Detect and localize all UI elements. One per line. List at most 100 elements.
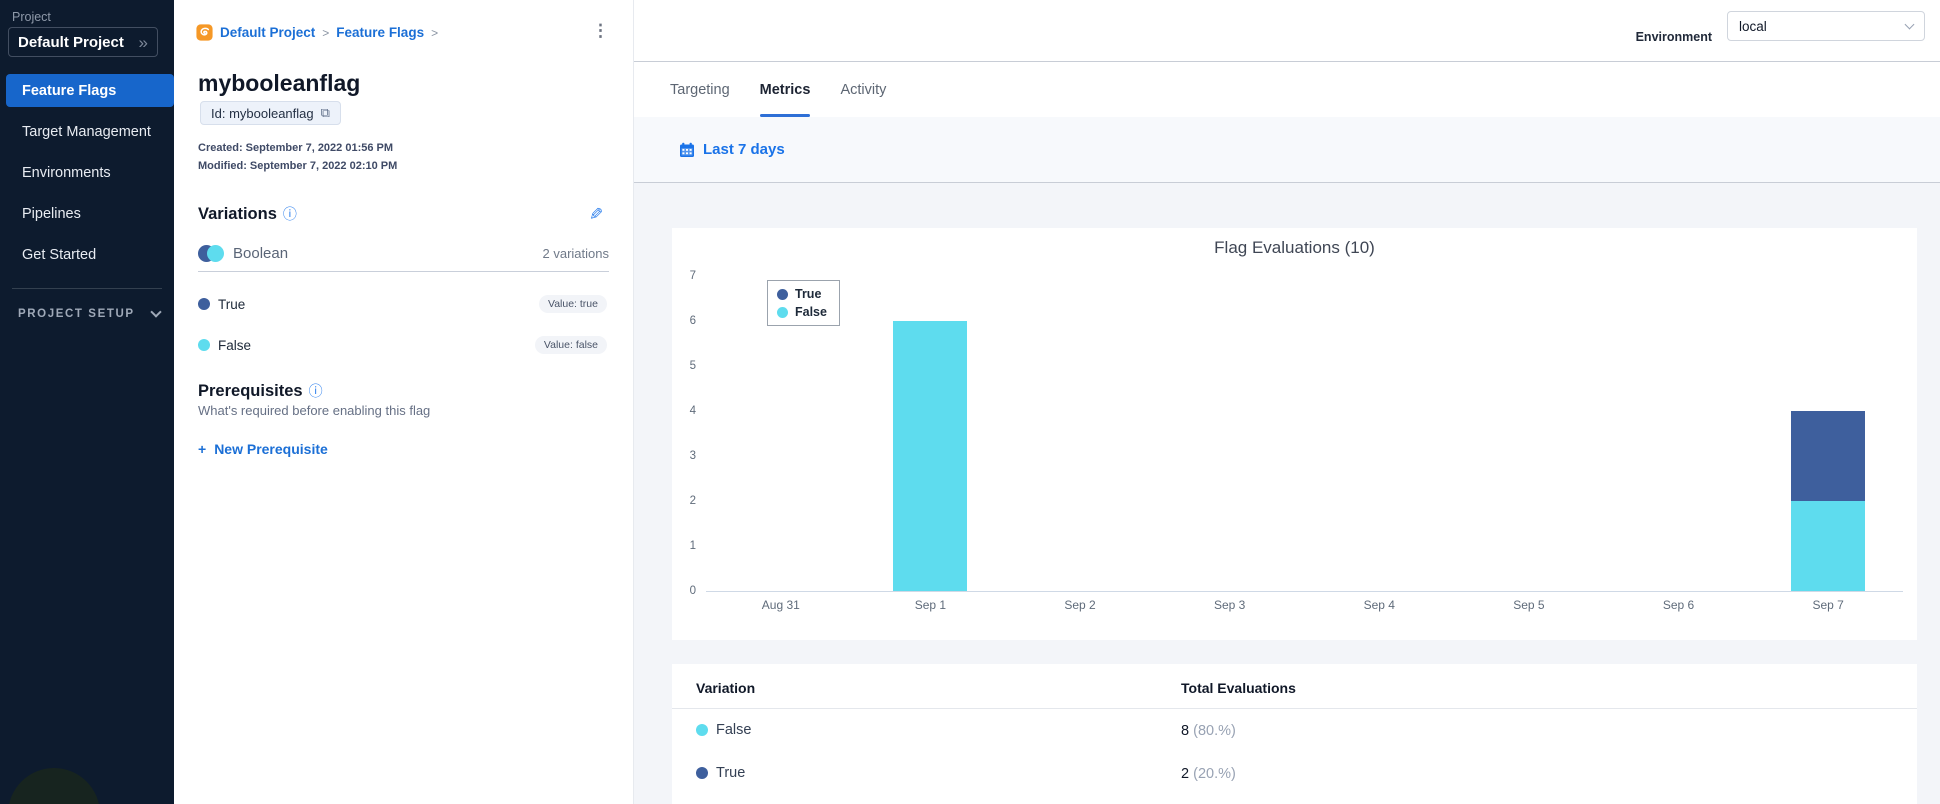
sidebar-item-environments[interactable]: Environments bbox=[6, 156, 174, 189]
modified-timestamp: Modified: September 7, 2022 02:10 PM bbox=[198, 160, 398, 172]
prerequisites-subtitle: What's required before enabling this fla… bbox=[198, 403, 431, 418]
table-header-divider bbox=[672, 708, 1917, 709]
x-axis-tick: Sep 6 bbox=[1662, 598, 1695, 612]
sidebar-nav: Feature Flags Target Management Environm… bbox=[0, 74, 174, 279]
table-cell-total: 2 (20.%) bbox=[1181, 766, 1236, 782]
app-window: Project Default Project » Feature Flags … bbox=[0, 0, 1940, 804]
chart-title: Flag Evaluations (10) bbox=[1214, 238, 1375, 257]
x-axis-tick: Sep 5 bbox=[1513, 598, 1545, 612]
evaluation-count: 2 bbox=[1181, 766, 1190, 782]
breadcrumb-feature-flags-link[interactable]: Feature Flags bbox=[336, 25, 424, 40]
prerequisites-heading-text: Prerequisites bbox=[198, 381, 303, 400]
variation-count: 2 variations bbox=[542, 246, 609, 261]
chevron-down-icon bbox=[1904, 19, 1915, 30]
date-range-button[interactable]: Last 7 days bbox=[679, 141, 785, 158]
tab-metrics[interactable]: Metrics bbox=[759, 62, 811, 117]
environment-select[interactable]: local bbox=[1727, 11, 1925, 41]
project-label: Project bbox=[12, 10, 51, 24]
true-dot bbox=[198, 298, 210, 310]
bar-segment-false[interactable] bbox=[893, 321, 968, 591]
flag-id-chip[interactable]: Id: mybooleanflag ⧉ bbox=[200, 101, 341, 125]
table-row: True bbox=[696, 765, 745, 781]
bar-chart-plot bbox=[706, 277, 1903, 592]
metrics-content: Flag Evaluations (10) True False 0 1 2 3 4 5 6 7… bbox=[634, 184, 1940, 804]
bar-segment-true[interactable] bbox=[1791, 411, 1866, 501]
edit-variations-icon[interactable]: ✎ bbox=[589, 205, 603, 225]
false-dot bbox=[696, 724, 708, 736]
x-axis-tick: Sep 4 bbox=[1363, 598, 1395, 612]
breadcrumb-separator: > bbox=[322, 25, 330, 40]
double-chevron-icon: » bbox=[138, 32, 148, 52]
x-axis-tick: Sep 3 bbox=[1214, 598, 1246, 612]
copy-icon[interactable]: ⧉ bbox=[321, 105, 330, 121]
variation-type-row: Boolean 2 variations bbox=[198, 245, 609, 262]
variation-value-chip: Value: false bbox=[534, 336, 607, 354]
breadcrumb-project-link[interactable]: Default Project bbox=[220, 25, 315, 40]
prerequisites-heading: Prerequisites ⓘ bbox=[198, 381, 323, 401]
plus-icon: + bbox=[198, 441, 207, 457]
environment-select-value: local bbox=[1739, 18, 1767, 34]
bar-segment-false[interactable] bbox=[1791, 501, 1866, 591]
y-axis-tick: 7 bbox=[689, 270, 696, 282]
tab-label: Activity bbox=[840, 81, 887, 98]
x-axis-tick: Sep 2 bbox=[1064, 598, 1096, 612]
variations-heading: Variations ⓘ bbox=[198, 204, 297, 224]
tab-targeting[interactable]: Targeting bbox=[670, 62, 730, 117]
variation-value-chip: Value: true bbox=[538, 295, 607, 313]
table-row: False bbox=[696, 722, 751, 738]
flag-title: mybooleanflag bbox=[198, 70, 361, 96]
table-cell-variation: False bbox=[716, 722, 752, 738]
tab-label: Metrics bbox=[759, 81, 811, 98]
y-axis-tick: 4 bbox=[689, 405, 696, 417]
breadcrumb-separator: > bbox=[431, 25, 439, 40]
tab-activity[interactable]: Activity bbox=[840, 62, 886, 117]
y-axis-tick: 5 bbox=[689, 360, 696, 372]
new-prerequisite-button[interactable]: + New Prerequisite bbox=[198, 441, 328, 457]
sidebar-item-pipelines[interactable]: Pipelines bbox=[6, 197, 174, 230]
tab-label: Targeting bbox=[670, 81, 730, 98]
x-axis-tick: Sep 7 bbox=[1812, 598, 1844, 612]
table-cell-total: 8 (80.%) bbox=[1181, 723, 1236, 739]
evaluation-count: 8 bbox=[1181, 723, 1190, 739]
new-prerequisite-label: New Prerequisite bbox=[214, 441, 328, 457]
flag-detail-panel: Default Project > Feature Flags > ⋮ mybo… bbox=[174, 0, 634, 804]
date-filter-band: Last 7 days bbox=[634, 117, 1940, 183]
evaluation-percent: (80.%) bbox=[1193, 723, 1236, 739]
sidebar-item-label: Pipelines bbox=[22, 205, 81, 222]
variations-divider bbox=[198, 271, 609, 272]
help-widget-bubble[interactable] bbox=[8, 768, 100, 804]
sidebar-item-target-management[interactable]: Target Management bbox=[6, 115, 174, 148]
sidebar-item-get-started[interactable]: Get Started bbox=[6, 238, 174, 271]
kebab-menu-icon[interactable]: ⋮ bbox=[592, 22, 609, 39]
y-axis-tick: 2 bbox=[689, 495, 696, 507]
metrics-panel: Environment local Targeting Metrics Acti… bbox=[634, 0, 1940, 804]
environment-topbar: Environment local bbox=[634, 0, 1940, 62]
y-axis-tick: 1 bbox=[689, 540, 696, 552]
sidebar-item-label: Get Started bbox=[22, 246, 97, 263]
variation-row-true: True Value: true bbox=[198, 295, 607, 313]
y-axis-tick: 6 bbox=[689, 315, 696, 327]
flag-evaluations-chart-card: Flag Evaluations (10) True False 0 1 2 3 4 5 6 7… bbox=[672, 228, 1917, 640]
tab-bar: Targeting Metrics Activity bbox=[634, 62, 1940, 117]
sidebar-item-label: Feature Flags bbox=[22, 82, 117, 99]
sidebar-divider bbox=[12, 288, 162, 289]
sidebar: Project Default Project » Feature Flags … bbox=[0, 0, 174, 804]
y-axis-tick: 3 bbox=[689, 450, 696, 462]
y-axis-tick: 0 bbox=[689, 585, 696, 597]
evaluations-table-card: Variation Total Evaluations False 8 (80.… bbox=[672, 664, 1917, 804]
info-icon[interactable]: ⓘ bbox=[283, 204, 297, 224]
breadcrumb: Default Project > Feature Flags > bbox=[196, 24, 438, 41]
project-setup-toggle[interactable]: PROJECT SETUP bbox=[18, 306, 162, 320]
x-axis-tick: Sep 1 bbox=[914, 598, 947, 612]
legend-dot bbox=[777, 306, 788, 318]
column-header-variation: Variation bbox=[696, 680, 756, 696]
created-timestamp: Created: September 7, 2022 01:56 PM bbox=[198, 142, 394, 154]
variation-name: False bbox=[218, 337, 252, 353]
info-icon[interactable]: ⓘ bbox=[309, 381, 323, 401]
legend-entry-true: True bbox=[777, 285, 827, 303]
sidebar-item-feature-flags[interactable]: Feature Flags bbox=[6, 74, 174, 107]
legend-entry-false: False bbox=[777, 303, 827, 321]
project-selector[interactable]: Default Project » bbox=[8, 27, 158, 57]
false-dot bbox=[198, 339, 210, 351]
app-logo-icon bbox=[196, 24, 213, 41]
